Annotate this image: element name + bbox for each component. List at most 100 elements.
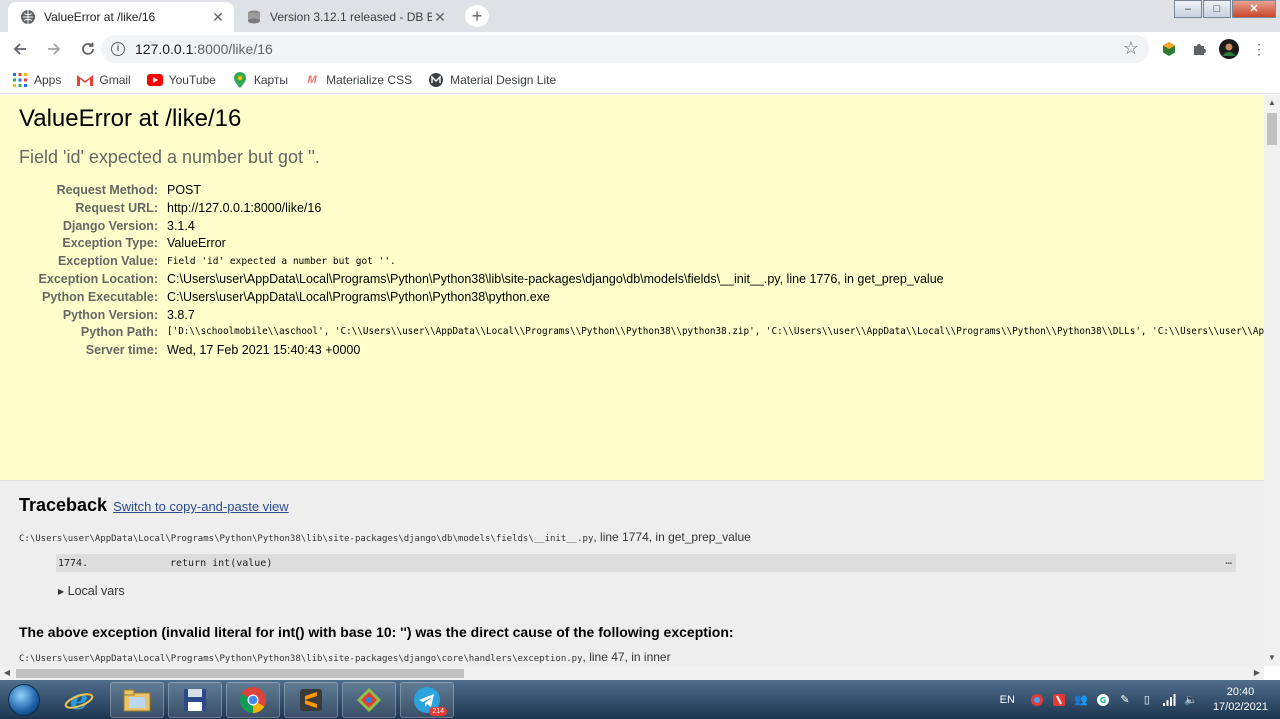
svg-text:e: e bbox=[70, 685, 88, 715]
close-tab-icon[interactable]: ✕ bbox=[432, 9, 448, 25]
frame-filename: C:\Users\user\AppData\Local\Programs\Pyt… bbox=[19, 534, 594, 544]
frame-filename: C:\Users\user\AppData\Local\Programs\Pyt… bbox=[19, 654, 583, 664]
clipboard-icon[interactable]: ▯ bbox=[1139, 692, 1155, 708]
file-explorer-icon[interactable] bbox=[110, 681, 164, 718]
local-vars-toggle[interactable]: ▶ Local vars bbox=[58, 584, 1245, 598]
python-path-list: ['D:\\schoolmobile\\aschool', 'C:\\Users… bbox=[167, 326, 1264, 338]
system-clock[interactable]: 20:40 17/02/2021 bbox=[1213, 685, 1268, 715]
profile-avatar-icon[interactable] bbox=[1218, 38, 1240, 60]
meta-value: C:\Users\user\AppData\Local\Programs\Pyt… bbox=[167, 271, 944, 286]
context-line[interactable]: 1774. return int(value) … bbox=[56, 554, 1236, 572]
address-bar[interactable]: i 127.0.0.1:8000/like/16 ☆ bbox=[101, 35, 1149, 63]
scroll-left-icon[interactable]: ◀ bbox=[0, 666, 14, 680]
system-tray: EN 👥 G ✎ ▯ 🔈 20:40 17/02/2021 bbox=[1000, 680, 1274, 719]
materialize-icon: M bbox=[307, 73, 317, 86]
bookmark-apps[interactable]: Apps bbox=[12, 72, 61, 88]
save-disk-app-icon[interactable] bbox=[168, 681, 222, 718]
vertical-scrollbar[interactable]: ▲ ▼ bbox=[1264, 95, 1280, 666]
grammarly-icon[interactable]: G bbox=[1095, 692, 1111, 708]
meta-row: Python Path: ['D:\\schoolmobile\\aschool… bbox=[19, 324, 1264, 342]
globe-icon bbox=[20, 9, 36, 25]
bookmark-label: Карты bbox=[253, 72, 289, 87]
info-icon[interactable]: i bbox=[111, 42, 125, 56]
tray-app-icon[interactable] bbox=[1029, 692, 1045, 708]
users-icon[interactable]: 👥 bbox=[1073, 692, 1089, 708]
forward-arrow-icon[interactable] bbox=[40, 35, 68, 63]
start-button[interactable] bbox=[0, 680, 48, 719]
meta-row: Request URL: http://127.0.0.1:8000/like/… bbox=[19, 200, 1245, 218]
url-path: :8000/like/16 bbox=[193, 41, 273, 57]
frame-location: C:\Users\user\AppData\Local\Programs\Pyt… bbox=[19, 530, 1245, 544]
tab-valueerror[interactable]: ValueError at /like/16 ✕ bbox=[8, 2, 234, 32]
meta-value: Wed, 17 Feb 2021 15:40:43 +0000 bbox=[167, 343, 361, 358]
meta-row: Exception Type: ValueError bbox=[19, 235, 1245, 253]
meta-value: 3.1.4 bbox=[167, 218, 195, 233]
close-tab-icon[interactable]: ✕ bbox=[210, 9, 226, 25]
meta-value: POST bbox=[167, 183, 202, 197]
apps-grid-icon bbox=[12, 72, 28, 88]
scroll-down-icon[interactable]: ▼ bbox=[1264, 650, 1280, 666]
bookmark-label: Apps bbox=[34, 72, 62, 87]
telegram-icon[interactable]: 214 bbox=[400, 681, 454, 718]
minimize-button[interactable]: – bbox=[1174, 0, 1202, 18]
reload-icon[interactable] bbox=[74, 35, 102, 63]
meta-key: Python Version: bbox=[62, 307, 158, 322]
window-controls: – □ ✕ bbox=[1173, 0, 1276, 18]
mdl-icon bbox=[428, 72, 444, 88]
caret-right-icon: ▶ bbox=[58, 587, 65, 596]
meta-key: Exception Type: bbox=[62, 236, 158, 251]
windows-logo-icon bbox=[8, 683, 40, 716]
close-window-button[interactable]: ✕ bbox=[1232, 0, 1276, 18]
switch-view-link[interactable]: Switch to copy-and-paste view bbox=[113, 499, 289, 514]
maps-pin-icon bbox=[232, 71, 248, 88]
internet-explorer-icon[interactable]: e bbox=[52, 682, 106, 718]
antivirus-icon[interactable] bbox=[1051, 692, 1067, 708]
scroll-up-icon[interactable]: ▲ bbox=[1264, 95, 1280, 111]
scroll-right-icon[interactable]: ▶ bbox=[1250, 666, 1264, 680]
chrome-icon[interactable] bbox=[226, 681, 280, 718]
frame-location: C:\Users\user\AppData\Local\Programs\Pyt… bbox=[19, 650, 1245, 664]
bookmark-star-icon[interactable]: ☆ bbox=[1123, 38, 1139, 59]
error-summary: ValueError at /like/16 Field 'id' expect… bbox=[0, 95, 1264, 481]
bookmark-mdl[interactable]: Material Design Lite bbox=[428, 72, 556, 88]
meta-key: Exception Location: bbox=[38, 271, 158, 286]
volume-icon[interactable]: 🔈 bbox=[1183, 692, 1199, 708]
meta-row: Exception Value: Field 'id' expected a n… bbox=[19, 253, 1245, 271]
extension-cube-icon[interactable] bbox=[1158, 38, 1180, 60]
sublime-text-icon[interactable] bbox=[284, 681, 338, 718]
page-content: ValueError at /like/16 Field 'id' expect… bbox=[0, 95, 1264, 666]
puzzle-extensions-icon[interactable] bbox=[1188, 38, 1210, 60]
tab-title: Version 3.12.1 released - DB Brow bbox=[270, 10, 432, 24]
git-client-icon[interactable] bbox=[342, 681, 396, 718]
expand-context-icon[interactable]: … bbox=[1225, 554, 1232, 567]
clock-date: 17/02/2021 bbox=[1212, 700, 1268, 713]
windows-taskbar: e 214 EN 👥 G ✎ ▯ 🔈 20:40 17/02/2021 bbox=[0, 680, 1280, 719]
language-indicator[interactable]: EN bbox=[1000, 694, 1015, 706]
back-arrow-icon[interactable] bbox=[6, 35, 34, 63]
horizontal-scrollbar[interactable]: ◀ ▶ bbox=[0, 666, 1264, 680]
tab-title: ValueError at /like/16 bbox=[44, 10, 156, 24]
clock-time: 20:40 bbox=[1226, 685, 1255, 698]
bookmark-gmail[interactable]: Gmail bbox=[77, 72, 131, 88]
pen-icon[interactable]: ✎ bbox=[1117, 692, 1133, 708]
extensions-area: ⋮ bbox=[1158, 38, 1278, 60]
meta-row: Django Version: 3.1.4 bbox=[19, 218, 1245, 236]
bookmark-label: Materialize CSS bbox=[326, 72, 413, 87]
signal-bars-icon[interactable] bbox=[1161, 692, 1177, 708]
url-host: 127.0.0.1 bbox=[135, 41, 194, 57]
meta-key: Request Method: bbox=[56, 183, 158, 197]
maximize-button[interactable]: □ bbox=[1203, 0, 1231, 18]
new-tab-button[interactable]: + bbox=[465, 5, 489, 27]
meta-row: Python Executable: C:\Users\user\AppData… bbox=[19, 289, 1245, 307]
traceback-section: Traceback Switch to copy-and-paste view … bbox=[0, 481, 1264, 666]
bookmark-maps[interactable]: Карты bbox=[232, 71, 289, 88]
meta-key: Server time: bbox=[85, 343, 158, 358]
tab-db-browser[interactable]: Version 3.12.1 released - DB Brow ✕ bbox=[234, 2, 456, 32]
meta-key: Exception Value: bbox=[57, 254, 158, 269]
kebab-menu-icon[interactable]: ⋮ bbox=[1248, 38, 1270, 60]
traceback-heading: Traceback bbox=[19, 495, 108, 515]
scrollbar-thumb[interactable] bbox=[1267, 113, 1277, 145]
scrollbar-thumb[interactable] bbox=[16, 669, 464, 678]
bookmark-youtube[interactable]: YouTube bbox=[146, 72, 216, 88]
bookmark-materialize[interactable]: M Materialize CSS bbox=[304, 72, 412, 88]
